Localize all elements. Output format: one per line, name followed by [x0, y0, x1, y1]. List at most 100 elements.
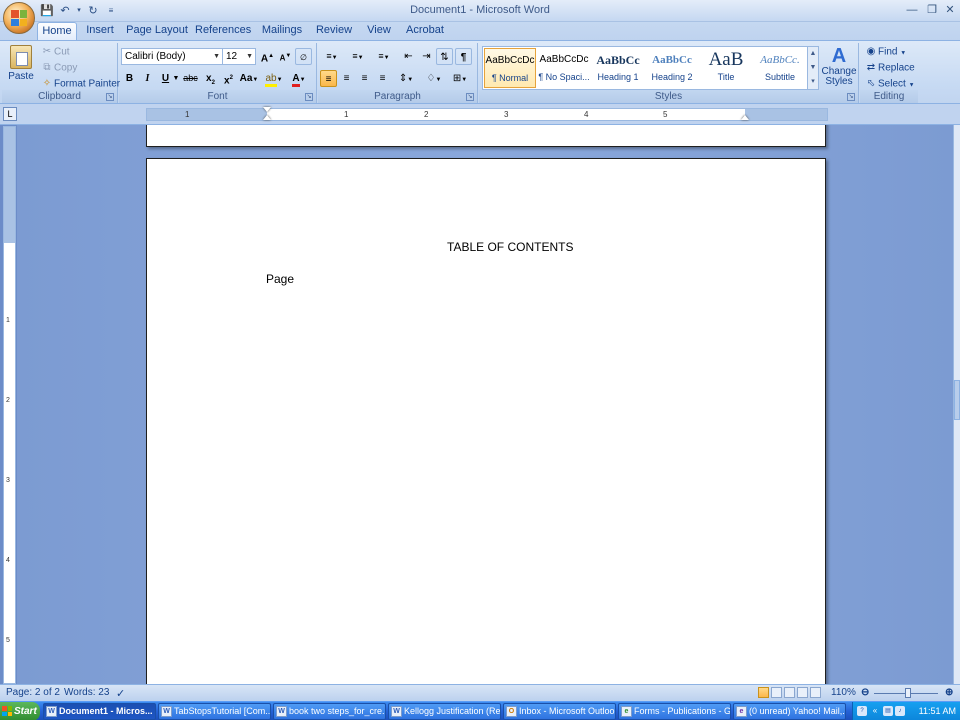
taskbar-item[interactable]: W Kellogg Justification (Re... — [388, 703, 501, 720]
clock[interactable]: 11:51 AM — [919, 702, 956, 720]
font-family-combo[interactable]: Calibri (Body) ▼ — [121, 48, 223, 65]
style-subtitle[interactable]: AaBbCc. Subtitle — [754, 48, 806, 88]
align-right-icon[interactable]: ≡ — [356, 70, 373, 87]
restore-icon[interactable]: ❐ — [925, 3, 939, 17]
change-styles-label: Change Styles — [821, 66, 857, 87]
office-button[interactable] — [3, 2, 35, 34]
right-indent-marker[interactable] — [741, 115, 749, 120]
tab-selector-icon[interactable]: L — [3, 107, 17, 121]
tab-review[interactable]: Review — [314, 22, 354, 40]
copy-button[interactable]: ⧉ Copy — [40, 61, 77, 75]
multilevel-list-icon[interactable]: ≡▼ — [372, 48, 396, 65]
clear-formatting-icon[interactable]: ∅ — [295, 48, 312, 65]
chevron-down-icon: ▼ — [213, 53, 220, 60]
tray-expand-icon[interactable]: « — [871, 706, 879, 716]
replace-button[interactable]: ⇄ Replace — [864, 61, 915, 75]
taskbar-item[interactable]: W TabStopsTutorial [Com... — [158, 703, 271, 720]
tab-mailings[interactable]: Mailings — [260, 22, 304, 40]
paste-button[interactable]: Paste — [6, 45, 36, 82]
borders-icon[interactable]: ⊞▼ — [448, 70, 472, 87]
tab-insert[interactable]: Insert — [82, 22, 118, 40]
select-button[interactable]: ⬁ Select ▼ — [864, 77, 915, 91]
outline-view-icon[interactable] — [797, 687, 808, 698]
show-formatting-icon[interactable]: ¶ — [455, 48, 472, 65]
cut-button[interactable]: ✂ Cut — [40, 45, 70, 59]
page-column-label[interactable]: Page — [266, 272, 294, 286]
clipboard-launcher-icon[interactable]: ↘ — [106, 93, 114, 101]
shading-icon[interactable]: ♢▼ — [422, 70, 446, 87]
find-button[interactable]: ◉ Find ▼ — [864, 45, 907, 59]
superscript-icon[interactable]: x2 — [220, 70, 237, 87]
line-spacing-icon[interactable]: ⇕▼ — [394, 70, 418, 87]
close-icon[interactable]: ✕ — [943, 3, 957, 17]
print-layout-view-icon[interactable] — [758, 687, 769, 698]
scrollbar-thumb[interactable] — [954, 380, 960, 420]
shrink-font-icon[interactable]: A▼ — [277, 48, 294, 65]
subscript-icon[interactable]: x2 — [202, 70, 219, 87]
tab-view[interactable]: View — [364, 22, 394, 40]
page-count[interactable]: Page: 2 of 2 — [6, 687, 60, 698]
format-painter-button[interactable]: ✧ Format Painter — [40, 77, 120, 91]
tab-home[interactable]: Home — [37, 22, 77, 40]
page-1-bottom[interactable] — [146, 125, 826, 147]
align-left-icon[interactable]: ≡ — [320, 70, 337, 87]
style-no-spacing[interactable]: AaBbCcDc ¶ No Spaci... — [538, 48, 590, 88]
toc-heading[interactable]: TABLE OF CONTENTS — [447, 240, 573, 254]
italic-icon[interactable]: I — [139, 70, 156, 87]
first-line-indent-marker[interactable] — [263, 107, 271, 112]
taskbar-item[interactable]: e (0 unread) Yahoo! Mail,... — [733, 703, 846, 720]
increase-indent-icon[interactable]: ⇥ — [418, 48, 435, 65]
taskbar-item[interactable]: e Forms - Publications - G... — [618, 703, 731, 720]
zoom-out-icon[interactable]: ⊖ — [861, 687, 869, 698]
word-count[interactable]: Words: 23 — [64, 687, 109, 698]
horizontal-ruler[interactable]: 1 1 2 3 4 5 — [146, 107, 828, 121]
volume-icon[interactable]: ♪ — [895, 706, 905, 716]
zoom-slider-thumb[interactable] — [905, 688, 911, 698]
numbering-icon[interactable]: ≡▼ — [346, 48, 370, 65]
hanging-indent-marker[interactable] — [263, 115, 271, 120]
taskbar-item[interactable]: W Document1 - Micros... — [43, 703, 156, 720]
style-heading-2[interactable]: AaBbCc Heading 2 — [646, 48, 698, 88]
tab-page-layout[interactable]: Page Layout — [126, 22, 188, 40]
help-icon[interactable]: ? — [857, 706, 867, 716]
bold-icon[interactable]: B — [121, 70, 138, 87]
chevron-down-icon[interactable]: ▼ — [172, 70, 180, 87]
style-title[interactable]: AaB Title — [700, 48, 752, 88]
tab-acrobat[interactable]: Acrobat — [404, 22, 446, 40]
title-bar: 💾 ↶ ▾ ↻ ≡ Document1 - Microsoft Word — ❐… — [0, 0, 960, 34]
font-color-icon[interactable]: A▼ — [287, 70, 311, 87]
minimize-icon[interactable]: — — [905, 3, 919, 17]
zoom-level[interactable]: 110% — [831, 687, 856, 698]
taskbar-item[interactable]: O Inbox - Microsoft Outlook — [503, 703, 616, 720]
decrease-indent-icon[interactable]: ⇤ — [400, 48, 417, 65]
style-normal[interactable]: AaBbCcDc ¶ Normal — [484, 48, 536, 88]
gallery-scroll[interactable]: ▲ ▼ ▾ — [807, 47, 818, 89]
align-center-icon[interactable]: ≡ — [338, 70, 355, 87]
paragraph-launcher-icon[interactable]: ↘ — [466, 93, 474, 101]
proofing-icon[interactable]: ✓ — [116, 687, 125, 700]
network-icon[interactable]: ▤ — [883, 706, 893, 716]
tab-references[interactable]: References — [195, 22, 251, 40]
justify-icon[interactable]: ≡ — [374, 70, 391, 87]
style-heading-1[interactable]: AaBbCc Heading 1 — [592, 48, 644, 88]
start-button[interactable]: Start — [0, 702, 40, 720]
styles-launcher-icon[interactable]: ↘ — [847, 93, 855, 101]
sort-icon[interactable]: ⇅ — [436, 48, 453, 65]
page-2[interactable]: TABLE OF CONTENTS Page — [146, 158, 826, 684]
change-styles-button[interactable]: A Change Styles — [821, 45, 857, 87]
font-size-combo[interactable]: 12 ▼ — [222, 48, 256, 65]
vertical-scrollbar[interactable] — [953, 125, 960, 684]
grow-font-icon[interactable]: A▲ — [259, 48, 276, 65]
bullets-icon[interactable]: ≡▼ — [320, 48, 344, 65]
taskbar-item[interactable]: Wbook two steps_for_cre... — [273, 703, 386, 720]
change-case-icon[interactable]: Aa▼ — [238, 70, 260, 87]
highlight-icon[interactable]: ab▼ — [263, 70, 285, 87]
status-bar: Page: 2 of 2 Words: 23 ✓ 110% ⊖ ⊕ — [0, 684, 960, 701]
strikethrough-icon[interactable]: abc — [182, 70, 199, 87]
vertical-ruler[interactable]: 1 2 3 4 5 — [3, 126, 16, 684]
draft-view-icon[interactable] — [810, 687, 821, 698]
font-launcher-icon[interactable]: ↘ — [305, 93, 313, 101]
full-screen-reading-view-icon[interactable] — [771, 687, 782, 698]
web-layout-view-icon[interactable] — [784, 687, 795, 698]
zoom-in-icon[interactable]: ⊕ — [945, 687, 953, 698]
